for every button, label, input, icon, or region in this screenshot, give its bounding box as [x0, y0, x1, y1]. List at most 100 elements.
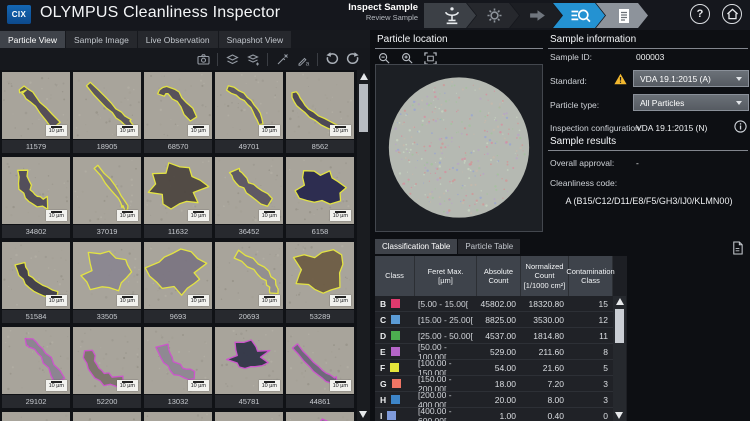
class-letter: E: [380, 347, 386, 357]
particle-thumbnail[interactable]: 10 µm: [144, 412, 212, 421]
particle-thumbnail[interactable]: 10 µm: [215, 412, 283, 421]
column-header[interactable]: Class: [375, 256, 415, 296]
particle-thumbnail[interactable]: 10 µm11632: [144, 157, 212, 238]
tab-sample-image[interactable]: Sample Image: [66, 31, 137, 48]
column-header[interactable]: Contamination Class: [569, 256, 613, 296]
normalized-count: 3530.00: [521, 312, 569, 327]
absolute-count: 18.00: [477, 376, 521, 391]
particle-id: 11632: [144, 225, 212, 238]
column-header[interactable]: Normalized Count [1/1000 cm²]: [521, 256, 569, 296]
scroll-up-icon[interactable]: [360, 73, 368, 80]
absolute-count: 45802.00: [477, 296, 521, 311]
particle-thumbnail[interactable]: 10 µm: [286, 412, 354, 421]
home-button[interactable]: [722, 4, 742, 24]
standard-value: VDA 19.1:2015 (A): [640, 74, 711, 84]
particle-type-dropdown[interactable]: All Particles: [633, 94, 749, 111]
particle-thumbnail[interactable]: 10 µm29102: [2, 327, 70, 408]
particle-thumbnail[interactable]: 10 µm8562: [286, 72, 354, 153]
undo-icon[interactable]: [325, 52, 339, 66]
scrollbar-thumb[interactable]: [615, 309, 624, 343]
particle-id: 13032: [144, 395, 212, 408]
classification-row-B[interactable]: B[5.00 - 15.00[45802.0018320.8015: [375, 296, 613, 312]
particle-id: 52200: [73, 395, 141, 408]
particle-thumbnail[interactable]: 10 µm52200: [73, 327, 141, 408]
feret-range: [400.00 - 600.00[: [415, 408, 477, 421]
particle-thumbnail[interactable]: 10 µm44861: [286, 327, 354, 408]
particle-thumbnail[interactable]: 10 µm18905: [73, 72, 141, 153]
absolute-count: 8825.00: [477, 312, 521, 327]
zoom-in-icon[interactable]: [400, 51, 414, 65]
classification-row-H[interactable]: H[200.00 - 400.00[20.008.003: [375, 392, 613, 408]
class-letter: D: [380, 331, 386, 341]
redo-icon[interactable]: [346, 52, 360, 66]
classification-row-E[interactable]: E[50.00 - 100.00[529.00211.608: [375, 344, 613, 360]
pen-a-icon[interactable]: a: [296, 52, 310, 66]
classification-row-F[interactable]: F[100.00 - 150.00[54.0021.605: [375, 360, 613, 376]
classification-row-D[interactable]: D[25.00 - 50.00[4537.001814.8011: [375, 328, 613, 344]
workflow-step-1-balance-icon[interactable]: [424, 3, 476, 28]
export-report-icon[interactable]: [731, 241, 745, 256]
particle-thumbnail[interactable]: 10 µm68570: [144, 72, 212, 153]
tab-particle-view[interactable]: Particle View: [0, 31, 65, 48]
particle-thumbnail[interactable]: 10 µm53289: [286, 242, 354, 323]
scroll-up-icon[interactable]: [616, 298, 624, 305]
toolbar-separator: [267, 53, 268, 66]
particle-thumbnail[interactable]: 10 µm34802: [2, 157, 70, 238]
particle-id: 44861: [286, 395, 354, 408]
column-header[interactable]: Feret Max. [µm]: [415, 256, 477, 296]
particle-grid-scrollbar[interactable]: [357, 70, 370, 421]
contamination-class: 15: [569, 296, 613, 311]
zoom-out-icon[interactable]: [377, 51, 391, 65]
particle-thumbnail[interactable]: 10 µm51584: [2, 242, 70, 323]
contamination-class: 8: [569, 344, 613, 359]
particle-thumbnail[interactable]: 10 µm13032: [144, 327, 212, 408]
scale-bar-label: 10 µm: [259, 125, 280, 136]
particle-thumbnail[interactable]: 10 µm9693: [144, 242, 212, 323]
particle-thumbnail[interactable]: 10 µm45781: [215, 327, 283, 408]
particle-thumbnail[interactable]: 10 µm49701: [215, 72, 283, 153]
toolbar-separator: [217, 53, 218, 66]
scroll-down-icon[interactable]: [359, 411, 367, 418]
particle-thumbnail[interactable]: 10 µm36452: [215, 157, 283, 238]
table-scrollbar[interactable]: [613, 296, 626, 421]
classification-row-G[interactable]: G[150.00 - 200.00[18.007.203: [375, 376, 613, 392]
stack-add-icon[interactable]: [246, 52, 260, 66]
stack-icon[interactable]: [225, 52, 239, 66]
help-button[interactable]: ?: [690, 4, 710, 24]
delete-x-icon[interactable]: [275, 52, 289, 66]
membrane-filter-image: [376, 65, 542, 231]
standard-dropdown[interactable]: VDA 19.1:2015 (A): [633, 70, 749, 87]
table-body: B[5.00 - 15.00[45802.0018320.8015C[15.00…: [375, 296, 627, 421]
scale-bar-label: 10 µm: [259, 380, 280, 391]
tab-particle-table[interactable]: Particle Table: [458, 239, 520, 254]
particle-id: 51584: [2, 310, 70, 323]
tab-snapshot-view[interactable]: Snapshot View: [219, 31, 292, 48]
particle-thumbnail[interactable]: 10 µm: [2, 412, 70, 421]
scroll-down-icon[interactable]: [615, 412, 623, 419]
scrollbar-thumb[interactable]: [359, 84, 368, 132]
camera-icon[interactable]: [196, 52, 210, 66]
tab-classification-table[interactable]: Classification Table: [375, 239, 457, 254]
particle-thumbnail[interactable]: 10 µm: [73, 412, 141, 421]
particle-thumbnail[interactable]: 10 µm11579: [2, 72, 70, 153]
scale-bar-label: 10 µm: [330, 295, 351, 306]
fit-view-icon[interactable]: [423, 51, 437, 65]
inspection-config-value: VDA 19.1:2015 (N): [636, 123, 707, 133]
class-color-swatch: [390, 363, 399, 372]
tab-live-observation[interactable]: Live Observation: [138, 31, 218, 48]
scale-bar-label: 10 µm: [117, 210, 138, 221]
classification-row-C[interactable]: C[15.00 - 25.00[8825.003530.0012: [375, 312, 613, 328]
classification-row-I[interactable]: I[400.00 - 600.00[1.000.400: [375, 408, 613, 421]
particle-thumbnail[interactable]: 10 µm20693: [215, 242, 283, 323]
info-icon[interactable]: [734, 120, 747, 133]
particle-thumbnail[interactable]: 10 µm6158: [286, 157, 354, 238]
particle-location-viewer[interactable]: [375, 64, 543, 232]
scale-bar-label: 10 µm: [259, 295, 280, 306]
scale-bar-label: 10 µm: [259, 210, 280, 221]
particle-id: 33505: [73, 310, 141, 323]
particle-thumbnail[interactable]: 10 µm37019: [73, 157, 141, 238]
particle-thumbnail[interactable]: 10 µm 33505: [73, 242, 141, 323]
scale-bar-label: 10 µm: [117, 295, 138, 306]
column-header[interactable]: Absolute Count: [477, 256, 521, 296]
sample-id-label: Sample ID:: [550, 52, 592, 62]
